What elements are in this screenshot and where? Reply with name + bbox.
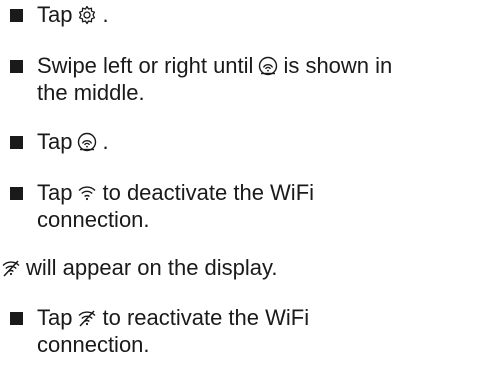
wifi-menu-icon <box>257 55 279 77</box>
step-text-suffix: is shown in <box>283 53 393 78</box>
step-text-suffix: . <box>102 2 109 27</box>
list-item-continuation: the middle. <box>0 80 145 106</box>
wifi-icon <box>76 182 98 204</box>
step-text: the middle. <box>37 80 145 105</box>
step-text: Tap <box>37 129 73 154</box>
step-text: Tap <box>37 2 73 27</box>
bullet-square <box>10 8 23 22</box>
wifi-off-icon <box>0 257 22 279</box>
bullet-square <box>10 186 23 200</box>
list-item: Tap . <box>0 2 109 28</box>
list-item: Tap . <box>0 129 109 155</box>
list-item: Tap to reactivate the WiFi <box>0 305 309 331</box>
gear-icon <box>76 4 98 26</box>
step-text: connection. <box>37 332 150 357</box>
note-line: will appear on the display. <box>0 255 278 281</box>
step-text: connection. <box>37 207 150 232</box>
step-text-suffix: . <box>102 129 109 154</box>
wifi-off-icon <box>76 307 98 329</box>
list-item-continuation: connection. <box>0 332 150 358</box>
instruction-document: Tap . Swipe left or right until is shown… <box>0 0 478 367</box>
list-item: Swipe left or right until is shown in <box>0 53 392 79</box>
step-text: Swipe left or right until <box>37 53 254 78</box>
note-text: will appear on the display. <box>26 255 278 280</box>
list-item-continuation: connection. <box>0 207 150 233</box>
step-text-suffix: to deactivate the WiFi <box>102 180 315 205</box>
wifi-menu-icon <box>76 131 98 153</box>
step-text: Tap <box>37 180 73 205</box>
step-text-suffix: to reactivate the WiFi <box>102 305 310 330</box>
bullet-square <box>10 311 23 325</box>
step-text: Tap <box>37 305 73 330</box>
list-item: Tap to deactivate the WiFi <box>0 180 314 206</box>
bullet-square <box>10 59 23 73</box>
bullet-square <box>10 135 23 149</box>
